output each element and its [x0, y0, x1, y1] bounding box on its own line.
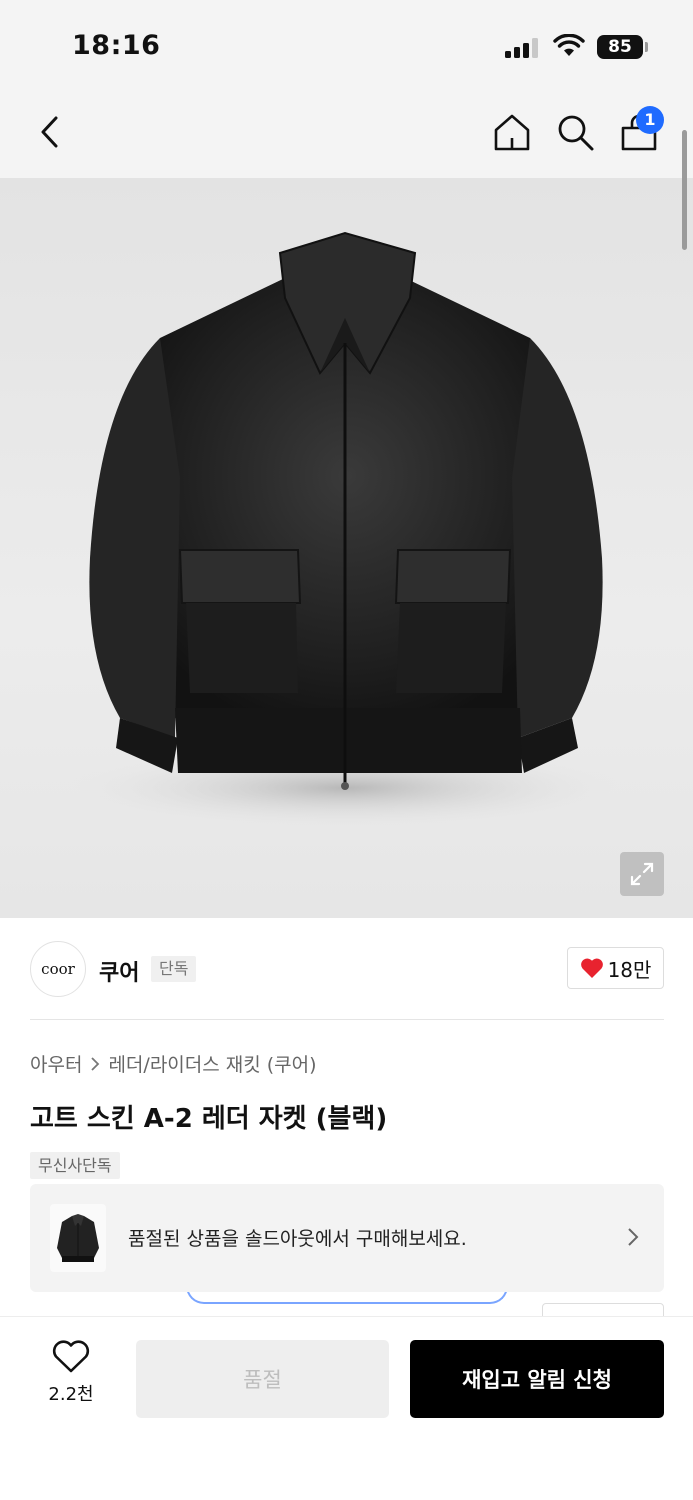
restock-alert-button[interactable]: 재입고 알림 신청	[410, 1340, 664, 1418]
wishlist-count: 2.2천	[48, 1384, 94, 1405]
brand-like-count: 18만	[607, 957, 652, 982]
cart-count-badge: 1	[636, 106, 664, 134]
brand-name[interactable]: 쿠어	[99, 955, 139, 987]
battery-tip	[645, 42, 648, 52]
wishlist-button[interactable]: 2.2천	[30, 1340, 112, 1418]
status-time: 18:16	[72, 30, 161, 61]
expand-image-button[interactable]	[620, 852, 664, 896]
chevron-right-icon	[91, 1056, 100, 1071]
back-icon	[41, 116, 58, 148]
heart-filled-icon	[580, 958, 603, 978]
breadcrumb: 아우터 레더/라이더스 재킷 (쿠어)	[30, 1050, 317, 1077]
brand-like-button[interactable]: 18만	[567, 947, 664, 989]
search-button[interactable]	[551, 108, 599, 156]
back-button[interactable]	[26, 108, 74, 156]
cellular-signal-icon	[505, 38, 541, 58]
breadcrumb-subcategory[interactable]: 레더/라이더스 재킷 (쿠어)	[108, 1050, 316, 1077]
status-bar: 18:16 85	[0, 0, 693, 92]
musinsa-exclusive-tag: 무신사단독	[30, 1152, 120, 1179]
heart-outline-icon	[52, 1340, 90, 1373]
jacket-thumbnail-image	[57, 1214, 99, 1262]
leather-jacket-image	[65, 231, 625, 828]
exclusive-tag: 단독	[151, 956, 197, 982]
scrollbar[interactable]	[682, 130, 687, 250]
banner-text: 품절된 상품을 솔드아웃에서 구매해보세요.	[128, 1228, 467, 1250]
search-icon	[558, 115, 594, 151]
wifi-icon	[553, 34, 585, 56]
product-image[interactable]	[0, 178, 693, 918]
expand-icon	[630, 862, 654, 886]
breadcrumb-category[interactable]: 아우터	[30, 1050, 82, 1077]
top-nav	[0, 92, 693, 178]
brand-logo[interactable]: coor	[30, 941, 86, 997]
battery-indicator: 85	[597, 35, 643, 59]
home-icon	[494, 114, 530, 151]
product-title: 고트 스킨 A-2 레더 자켓 (블랙)	[30, 1104, 388, 1134]
chevron-right-icon	[628, 1228, 639, 1246]
soldout-banner[interactable]: 품절된 상품을 솔드아웃에서 구매해보세요.	[30, 1184, 664, 1292]
banner-thumbnail	[50, 1204, 106, 1272]
soldout-button: 품절	[136, 1340, 389, 1418]
home-button[interactable]	[488, 108, 536, 156]
divider	[30, 1019, 664, 1020]
